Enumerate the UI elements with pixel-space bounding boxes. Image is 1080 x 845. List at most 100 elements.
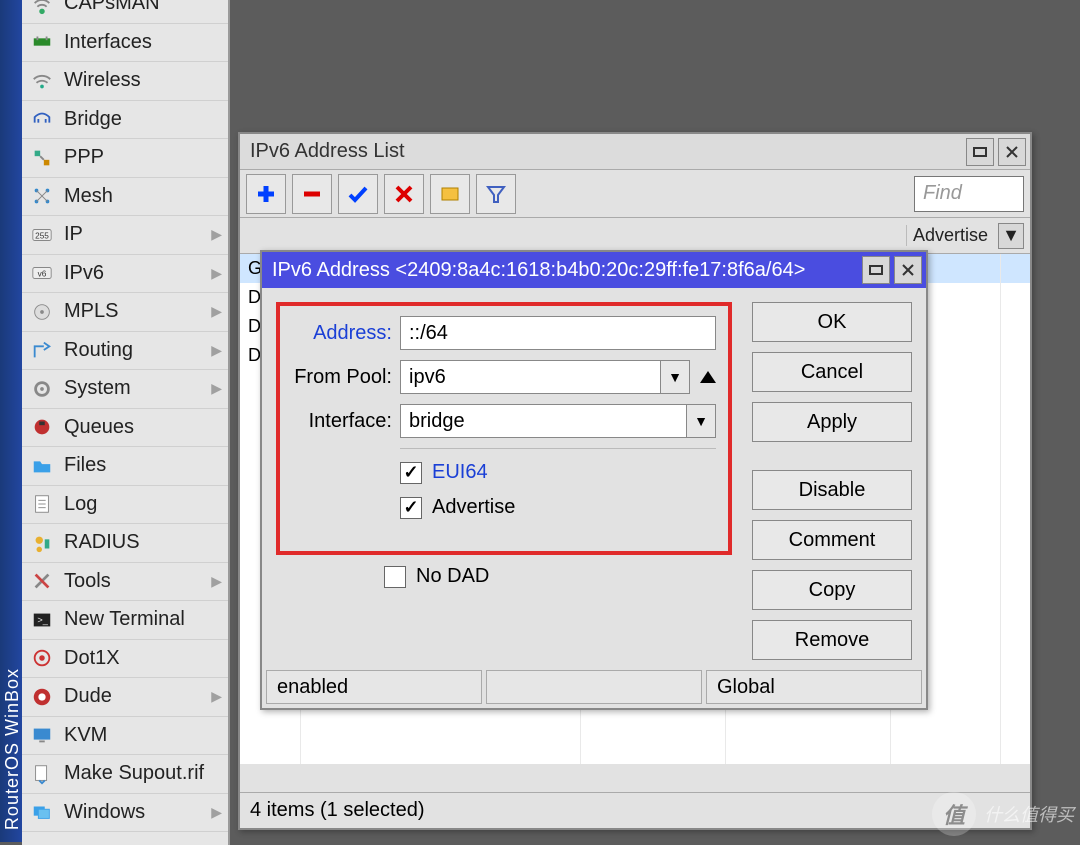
apply-button[interactable]: Apply: [752, 402, 912, 442]
watermark-badge: 值: [932, 792, 976, 836]
enable-button[interactable]: [338, 174, 378, 214]
cancel-button[interactable]: Cancel: [752, 352, 912, 392]
dialog-buttons: OK Cancel Apply Disable Comment Copy Rem…: [752, 302, 912, 660]
filter-button[interactable]: [476, 174, 516, 214]
sidebar-item-interfaces[interactable]: Interfaces: [22, 24, 228, 63]
window-titlebar: IPv6 Address List: [240, 134, 1030, 170]
column-menu-button[interactable]: ▼: [998, 223, 1024, 249]
disable-button[interactable]: Disable: [752, 470, 912, 510]
sidebar-item-radius[interactable]: RADIUS: [22, 524, 228, 563]
sidebar-item-windows[interactable]: Windows▶: [22, 794, 228, 833]
eui64-checkbox[interactable]: [400, 462, 422, 484]
radius-icon: [30, 531, 54, 555]
svg-text:>_: >_: [37, 615, 48, 625]
label-no-dad: No DAD: [416, 565, 489, 588]
sidebar-item-system[interactable]: System▶: [22, 370, 228, 409]
status-text: 4 items (1 selected): [250, 799, 425, 822]
close-icon[interactable]: [998, 138, 1026, 166]
address-input[interactable]: ::/64: [400, 316, 716, 350]
sidebar-item-label: Dude: [64, 685, 211, 708]
sidebar-item-label: IPv6: [64, 262, 211, 285]
minimize-icon[interactable]: [966, 138, 994, 166]
sidebar-item-label: Bridge: [64, 108, 222, 131]
sidebar-item-ppp[interactable]: PPP: [22, 139, 228, 178]
dialog-titlebar[interactable]: IPv6 Address <2409:8a4c:1618:b4b0:20c:29…: [262, 252, 926, 288]
tools-icon: [30, 569, 54, 593]
sidebar-item-dot1x[interactable]: Dot1X: [22, 640, 228, 679]
sidebar-item-make-supout-rif[interactable]: Make Supout.rif: [22, 755, 228, 794]
sidebar-item-wireless[interactable]: Wireless: [22, 62, 228, 101]
toolbar: Find: [240, 170, 1030, 218]
find-input[interactable]: Find: [914, 176, 1024, 212]
sidebar-item-tools[interactable]: Tools▶: [22, 563, 228, 602]
capsman-icon: [30, 0, 54, 16]
files-icon: [30, 454, 54, 478]
remove-from-pool-icon[interactable]: [700, 371, 716, 383]
submenu-arrow-icon: ▶: [211, 265, 222, 282]
sidebar-item-queues[interactable]: Queues: [22, 409, 228, 448]
sidebar-item-new-terminal[interactable]: >_New Terminal: [22, 601, 228, 640]
sidebar-item-bridge[interactable]: Bridge: [22, 101, 228, 140]
no-dad-checkbox[interactable]: [384, 566, 406, 588]
watermark-text: 什么值得买: [984, 801, 1074, 827]
queues-icon: [30, 415, 54, 439]
comment-button[interactable]: Comment: [752, 520, 912, 560]
add-button[interactable]: [246, 174, 286, 214]
app-title: RouterOS WinBox: [2, 668, 20, 830]
sidebar-item-mesh[interactable]: Mesh: [22, 178, 228, 217]
system-icon: [30, 377, 54, 401]
interface-input[interactable]: bridge: [400, 404, 687, 438]
terminal-icon: >_: [30, 608, 54, 632]
dot1x-icon: [30, 646, 54, 670]
kvm-icon: [30, 723, 54, 747]
sidebar-item-log[interactable]: Log: [22, 486, 228, 525]
windows-icon: [30, 800, 54, 824]
sidebar-item-label: Make Supout.rif: [64, 762, 222, 785]
mesh-icon: [30, 184, 54, 208]
label-address: Address:: [292, 322, 392, 345]
interface-dropdown-icon[interactable]: ▼: [686, 404, 716, 438]
sidebar-item-files[interactable]: Files: [22, 447, 228, 486]
minimize-icon[interactable]: [862, 256, 890, 284]
watermark: 值 什么值得买: [932, 792, 1074, 836]
sidebar-item-label: PPP: [64, 146, 222, 169]
interfaces-icon: [30, 30, 54, 54]
sidebar-item-ip[interactable]: 255IP▶: [22, 216, 228, 255]
submenu-arrow-icon: ▶: [211, 380, 222, 397]
sidebar-item-mpls[interactable]: MPLS▶: [22, 293, 228, 332]
sidebar-item-kvm[interactable]: KVM: [22, 717, 228, 756]
dialog-status: enabled Global: [266, 670, 922, 704]
copy-button[interactable]: Copy: [752, 570, 912, 610]
sidebar-item-routing[interactable]: Routing▶: [22, 332, 228, 371]
dialog-form: Address: ::/64 From Pool: ipv6 ▼ Interfa…: [276, 302, 732, 660]
submenu-arrow-icon: ▶: [211, 573, 222, 590]
from-pool-input[interactable]: ipv6: [400, 360, 661, 394]
sidebar-item-label: System: [64, 377, 211, 400]
supout-icon: [30, 762, 54, 786]
sidebar-item-dude[interactable]: Dude▶: [22, 678, 228, 717]
ok-button[interactable]: OK: [752, 302, 912, 342]
sidebar-item-label: CAPsMAN: [64, 0, 222, 15]
dude-icon: [30, 685, 54, 709]
close-icon[interactable]: [894, 256, 922, 284]
label-from-pool: From Pool:: [292, 366, 392, 389]
from-pool-dropdown-icon[interactable]: ▼: [660, 360, 690, 394]
remove-button[interactable]: Remove: [752, 620, 912, 660]
advertise-checkbox[interactable]: [400, 497, 422, 519]
sidebar-item-label: KVM: [64, 724, 222, 747]
sidebar-item-label: Routing: [64, 339, 211, 362]
column-advertise[interactable]: Advertise: [906, 225, 994, 246]
ppp-icon: [30, 146, 54, 170]
sidebar-item-ipv6[interactable]: v6 IPv6▶: [22, 255, 228, 294]
sidebar-item-label: Queues: [64, 416, 222, 439]
label-eui64: EUI64: [432, 461, 488, 484]
comment-button[interactable]: [430, 174, 470, 214]
sidebar-item-capsman[interactable]: CAPsMAN: [22, 0, 228, 24]
disable-button[interactable]: [384, 174, 424, 214]
remove-button[interactable]: [292, 174, 332, 214]
ipv6-address-dialog: IPv6 Address <2409:8a4c:1618:b4b0:20c:29…: [260, 250, 928, 710]
status-enabled: enabled: [266, 670, 482, 704]
svg-text:v6: v6: [38, 270, 47, 279]
submenu-arrow-icon: ▶: [211, 804, 222, 821]
sidebar-item-label: Wireless: [64, 69, 222, 92]
